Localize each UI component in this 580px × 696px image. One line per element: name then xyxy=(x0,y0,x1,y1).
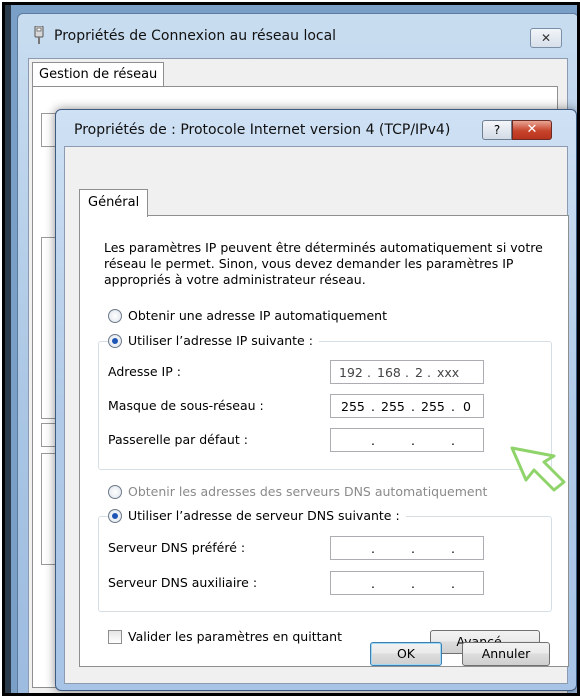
octet-separator: . xyxy=(451,576,455,591)
validate-on-exit-checkbox[interactable]: Valider les paramètres en quittant xyxy=(108,629,342,644)
octet-separator: . xyxy=(371,576,375,591)
octet-separator: . xyxy=(367,365,371,380)
close-icon: ✕ xyxy=(540,31,552,45)
radio-selected-icon xyxy=(108,508,122,523)
dns-group xyxy=(98,516,552,612)
octet-2: 255 xyxy=(381,399,405,414)
ipv4-properties-dialog: Propriétés de : Protocole Internet versi… xyxy=(55,109,577,691)
radio-ip-manual[interactable]: Utiliser l’adresse IP suivante : xyxy=(108,333,319,348)
octet-separator: . xyxy=(371,541,375,556)
octet-2: 168 xyxy=(377,365,401,380)
question-icon: ? xyxy=(493,123,501,137)
octet-separator: . xyxy=(427,365,431,380)
octet-separator: . xyxy=(405,365,409,380)
octet-separator: . xyxy=(371,399,375,414)
dialog-body: Général Les paramètres IP peuvent être d… xyxy=(64,146,569,684)
default-gateway-field[interactable]: . . . xyxy=(330,428,484,452)
octet-1: 192 xyxy=(339,365,363,380)
checkbox-label: Valider les paramètres en quittant xyxy=(128,629,342,644)
radio-dns-auto[interactable]: Obtenir les adresses des serveurs DNS au… xyxy=(108,484,487,499)
octet-separator: . xyxy=(451,541,455,556)
description-text: Les paramètres IP peuvent être déterminé… xyxy=(104,240,543,287)
radio-label: Utiliser l’adresse de serveur DNS suivan… xyxy=(128,508,400,523)
ip-address-label: Adresse IP : xyxy=(108,364,181,379)
help-button[interactable]: ? xyxy=(482,120,512,140)
octet-separator: . xyxy=(451,399,455,414)
octet-4: xxx xyxy=(437,365,460,380)
octet-4: 0 xyxy=(463,399,471,414)
alternate-dns-label: Serveur DNS auxiliaire : xyxy=(108,575,258,590)
preferred-dns-field[interactable]: . . . xyxy=(330,536,484,560)
preferred-dns-label: Serveur DNS préféré : xyxy=(108,540,246,555)
window-title: Propriétés de Connexion au réseau local xyxy=(54,28,337,44)
octet-1: 255 xyxy=(341,399,365,414)
network-adapter-icon xyxy=(34,26,44,44)
radio-ip-auto[interactable]: Obtenir une adresse IP automatiquement xyxy=(108,308,387,323)
octet-separator: . xyxy=(451,433,455,448)
octet-3: 255 xyxy=(421,399,445,414)
radio-dns-manual[interactable]: Utiliser l’adresse de serveur DNS suivan… xyxy=(108,508,406,523)
radio-icon xyxy=(108,484,122,499)
screenshot-frame: Propriétés de Connexion au réseau local … xyxy=(2,2,580,696)
subnet-mask-label: Masque de sous-réseau : xyxy=(108,398,264,413)
octet-separator: . xyxy=(371,433,375,448)
tab-networking[interactable]: Gestion de réseau xyxy=(32,62,165,86)
pointer-arrow-icon xyxy=(510,446,566,492)
octet-separator: . xyxy=(411,433,415,448)
octet-separator: . xyxy=(411,399,415,414)
close-button[interactable]: ✕ xyxy=(530,28,562,48)
desktop-strip xyxy=(5,5,11,693)
octet-3: 2 xyxy=(415,365,423,380)
checkbox-icon xyxy=(108,629,122,644)
radio-icon xyxy=(108,308,122,323)
radio-selected-icon xyxy=(108,333,122,348)
dialog-title: Propriétés de : Protocole Internet versi… xyxy=(74,122,451,138)
radio-label: Utiliser l’adresse IP suivante : xyxy=(128,333,313,348)
ok-button[interactable]: OK xyxy=(370,642,442,666)
default-gateway-label: Passerelle par défaut : xyxy=(108,432,248,447)
subnet-mask-field[interactable]: 255 . 255 . 255 . 0 xyxy=(330,394,484,418)
octet-separator: . xyxy=(411,541,415,556)
octet-separator: . xyxy=(411,576,415,591)
tab-general[interactable]: Général xyxy=(79,189,149,217)
general-panel: Les paramètres IP peuvent être déterminé… xyxy=(79,215,569,667)
close-icon: ✕ xyxy=(526,122,538,137)
radio-label: Obtenir une adresse IP automatiquement xyxy=(128,308,387,323)
cancel-button[interactable]: Annuler xyxy=(462,642,550,666)
radio-label: Obtenir les adresses des serveurs DNS au… xyxy=(128,484,488,499)
ip-address-field[interactable]: 192 . 168 . 2 . xxx xyxy=(330,360,484,384)
alternate-dns-field[interactable]: . . . xyxy=(330,571,484,595)
close-button[interactable]: ✕ xyxy=(512,120,552,140)
